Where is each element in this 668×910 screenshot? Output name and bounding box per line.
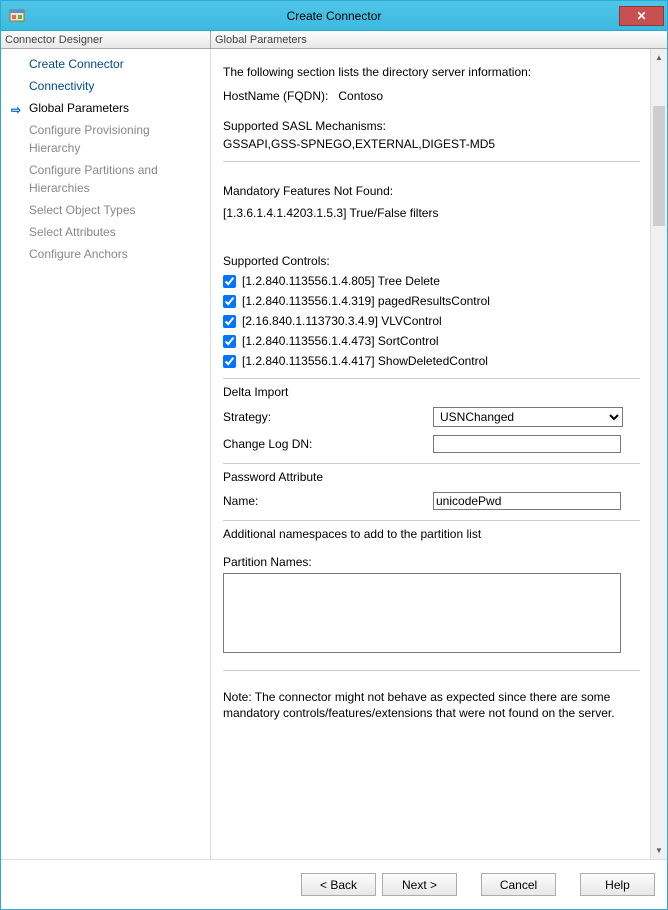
delta-import-heading: Delta Import <box>223 385 640 399</box>
right-column-header: Global Parameters <box>211 31 667 48</box>
nav-connectivity[interactable]: Connectivity <box>1 75 210 97</box>
nav-configure-provisioning[interactable]: Configure Provisioning Hierarchy <box>1 119 210 159</box>
controls-label: Supported Controls: <box>223 254 640 268</box>
nav-label: Create Connector <box>29 57 124 71</box>
control-sort: [1.2.840.113556.1.4.473] SortControl <box>223 334 640 348</box>
content-wrap: The following section lists the director… <box>211 49 667 859</box>
left-column-header: Connector Designer <box>1 31 211 48</box>
next-button[interactable]: Next > <box>382 873 457 896</box>
control-tree-delete: [1.2.840.113556.1.4.805] Tree Delete <box>223 274 640 288</box>
intro-text: The following section lists the director… <box>223 65 640 79</box>
back-button[interactable]: < Back <box>301 873 376 896</box>
titlebar: Create Connector ✕ <box>1 1 667 31</box>
pwd-name-row: Name: <box>223 492 640 510</box>
strategy-row: Strategy: USNChanged <box>223 407 640 427</box>
namespaces-label: Additional namespaces to add to the part… <box>223 527 640 541</box>
control-paged-results: [1.2.840.113556.1.4.319] pagedResultsCon… <box>223 294 640 308</box>
vertical-scrollbar[interactable]: ▲ ▼ <box>650 49 667 859</box>
control-label: [1.2.840.113556.1.4.805] Tree Delete <box>242 274 440 288</box>
nav-select-attributes[interactable]: Select Attributes <box>1 221 210 243</box>
nav-global-parameters[interactable]: ⇨ Global Parameters <box>1 97 210 119</box>
strategy-select[interactable]: USNChanged <box>433 407 623 427</box>
mandatory-label: Mandatory Features Not Found: <box>223 184 640 198</box>
nav-configure-partitions[interactable]: Configure Partitions and Hierarchies <box>1 159 210 199</box>
nav-configure-anchors[interactable]: Configure Anchors <box>1 243 210 265</box>
divider <box>223 463 640 464</box>
pwd-name-input[interactable] <box>433 492 621 510</box>
scroll-track[interactable] <box>651 66 667 842</box>
divider <box>223 670 640 671</box>
hostname-value: Contoso <box>338 89 383 103</box>
divider <box>223 520 640 521</box>
password-attr-heading: Password Attribute <box>223 470 640 484</box>
control-label: [1.2.840.113556.1.4.417] ShowDeletedCont… <box>242 354 488 368</box>
nav-label: Select Object Types <box>29 203 136 217</box>
hostname-label: HostName (FQDN): <box>223 89 328 103</box>
app-icon <box>9 8 25 24</box>
control-checkbox[interactable] <box>223 315 236 328</box>
control-label: [1.2.840.113556.1.4.319] pagedResultsCon… <box>242 294 490 308</box>
nav-select-object-types[interactable]: Select Object Types <box>1 199 210 221</box>
nav-label: Configure Anchors <box>29 247 128 261</box>
strategy-label: Strategy: <box>223 410 433 424</box>
columns-header: Connector Designer Global Parameters <box>1 31 667 49</box>
pwd-name-label: Name: <box>223 494 433 508</box>
control-checkbox[interactable] <box>223 355 236 368</box>
sidebar: Create Connector Connectivity ⇨ Global P… <box>1 49 211 859</box>
control-show-deleted: [1.2.840.113556.1.4.417] ShowDeletedCont… <box>223 354 640 368</box>
warning-note: Note: The connector might not behave as … <box>223 689 640 721</box>
changelog-input[interactable] <box>433 435 621 453</box>
divider <box>223 378 640 379</box>
nav-create-connector[interactable]: Create Connector <box>1 53 210 75</box>
close-button[interactable]: ✕ <box>619 6 664 26</box>
help-button[interactable]: Help <box>580 873 655 896</box>
control-checkbox[interactable] <box>223 275 236 288</box>
nav-label: Configure Provisioning Hierarchy <box>29 123 150 155</box>
control-label: [1.2.840.113556.1.4.473] SortControl <box>242 334 439 348</box>
chevron-down-icon: ▼ <box>655 846 663 855</box>
control-checkbox[interactable] <box>223 335 236 348</box>
scroll-thumb[interactable] <box>653 106 665 226</box>
partition-label: Partition Names: <box>223 555 640 569</box>
content-panel: The following section lists the director… <box>211 49 650 859</box>
cancel-button[interactable]: Cancel <box>481 873 556 896</box>
chevron-up-icon: ▲ <box>655 53 663 62</box>
nav-label: Connectivity <box>29 79 94 93</box>
changelog-row: Change Log DN: <box>223 435 640 453</box>
divider <box>223 161 640 162</box>
scroll-down-button[interactable]: ▼ <box>651 842 667 859</box>
nav-label: Global Parameters <box>29 101 129 115</box>
main-area: Create Connector Connectivity ⇨ Global P… <box>1 49 667 859</box>
nav-label: Select Attributes <box>29 225 116 239</box>
current-arrow-icon: ⇨ <box>11 101 21 119</box>
nav-label: Configure Partitions and Hierarchies <box>29 163 158 195</box>
mandatory-value: [1.3.6.1.4.1.4203.1.5.3] True/False filt… <box>223 206 640 220</box>
scroll-up-button[interactable]: ▲ <box>651 49 667 66</box>
close-icon: ✕ <box>636 9 646 23</box>
control-label: [2.16.840.1.113730.3.4.9] VLVControl <box>242 314 442 328</box>
control-checkbox[interactable] <box>223 295 236 308</box>
sasl-value: GSSAPI,GSS-SPNEGO,EXTERNAL,DIGEST-MD5 <box>223 137 640 151</box>
window-title: Create Connector <box>287 9 382 23</box>
partition-textarea[interactable] <box>223 573 621 653</box>
hostname-row: HostName (FQDN): Contoso <box>223 89 640 103</box>
sasl-label: Supported SASL Mechanisms: <box>223 119 640 133</box>
changelog-label: Change Log DN: <box>223 437 433 451</box>
footer: < Back Next > Cancel Help <box>1 859 667 909</box>
control-vlv: [2.16.840.1.113730.3.4.9] VLVControl <box>223 314 640 328</box>
